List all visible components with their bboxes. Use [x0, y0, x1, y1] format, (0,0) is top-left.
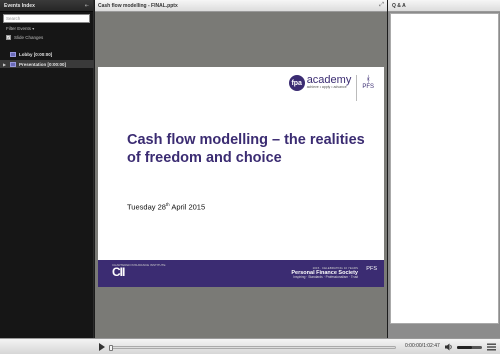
pfs-logo: ᚼ PFS [362, 74, 374, 91]
search-placeholder: Search [6, 16, 21, 21]
academy-tagline: achieve • apply • advance [306, 85, 347, 89]
event-item-presentation[interactable]: ▶ Presentation [0:00:00] [0, 60, 94, 68]
slide-icon [10, 61, 16, 67]
volume-level [457, 346, 472, 349]
slide-changes-checkbox[interactable]: ✓ [6, 35, 11, 40]
slide-panel-header: Cash flow modelling - FINAL.pptx ⤢ [95, 0, 387, 12]
volume-slider[interactable] [457, 346, 482, 349]
slide-panel: Cash flow modelling - FINAL.pptx ⤢ fpa a… [95, 0, 387, 338]
events-search-input[interactable]: Search [3, 14, 90, 23]
time-readout: 0:00:00/1:02:47 [405, 343, 440, 349]
pfs-footer-tagline: Inspiring · Standards · Professionalism … [293, 275, 358, 280]
collapse-left-icon[interactable]: ⇤ [85, 3, 89, 9]
academy-wordmark: academy achieve • apply • advance [307, 75, 352, 90]
fpa-academy-logo: fpa academy achieve • apply • advance ᚼ … [288, 74, 374, 101]
qa-title: Q & A [392, 2, 406, 9]
slide-file-title: Cash flow modelling - FINAL.pptx [98, 2, 178, 9]
app-window: Events Index ⇤ Search Filter Events ▾ ✓ … [0, 0, 500, 354]
events-index-panel: Events Index ⇤ Search Filter Events ▾ ✓ … [0, 0, 94, 338]
slide-icon [10, 51, 16, 57]
pfs-mark-icon: ᚼ [365, 74, 371, 84]
filter-events-dropdown[interactable]: Filter Events ▾ [6, 26, 89, 31]
play-icon[interactable] [99, 343, 105, 351]
presentation-slide: fpa academy achieve • apply • advance ᚼ … [98, 67, 384, 287]
seek-bar-thumb[interactable] [109, 345, 113, 351]
events-index-title: Events Index [4, 2, 35, 9]
event-item-label: Lobby [0:00:00] [19, 51, 53, 57]
menu-icon[interactable] [487, 343, 496, 351]
pfs-logo-text: PFS [362, 84, 374, 90]
event-item-lobby[interactable]: Lobby [0:00:00] [0, 50, 94, 58]
slide-changes-option[interactable]: ✓ Slide Changes [6, 35, 93, 40]
fullscreen-icon[interactable]: ⤢ [379, 2, 384, 9]
fpa-circle-logo: fpa [288, 75, 305, 91]
events-index-header: Events Index ⇤ [0, 0, 93, 12]
chevron-down-icon: ▾ [32, 26, 35, 31]
pfs-footer-name: 2015 · CELEBRATING 10 YEARS Personal Fin… [291, 266, 358, 280]
slide-footer-band: CHARTERED INSURANCE INSTITUTE CII 2015 ·… [98, 260, 384, 287]
qa-header: Q & A [388, 0, 500, 12]
speaker-icon[interactable] [445, 343, 453, 351]
qa-content-area[interactable] [390, 13, 499, 324]
qa-panel: Q & A [388, 0, 500, 338]
slide-changes-label: Slide Changes [14, 35, 44, 40]
logo-divider [356, 75, 358, 101]
expand-triangle-icon[interactable]: ▶ [0, 62, 10, 67]
slide-date: Tuesday 28th April 2015 [127, 202, 205, 212]
event-item-label: Presentation [0:00:00] [19, 61, 67, 67]
cii-logo: CII [112, 265, 125, 279]
date-prefix: Tuesday 28 [127, 202, 166, 212]
slide-title: Cash flow modelling – the realities of f… [127, 132, 365, 166]
playback-controls: 0:00:00/1:02:47 [0, 338, 500, 354]
date-suffix: April 2015 [169, 202, 206, 212]
pfs-footer-mark: PFS [366, 266, 377, 272]
filter-events-label: Filter Events [6, 26, 32, 31]
seek-bar[interactable] [109, 345, 396, 351]
